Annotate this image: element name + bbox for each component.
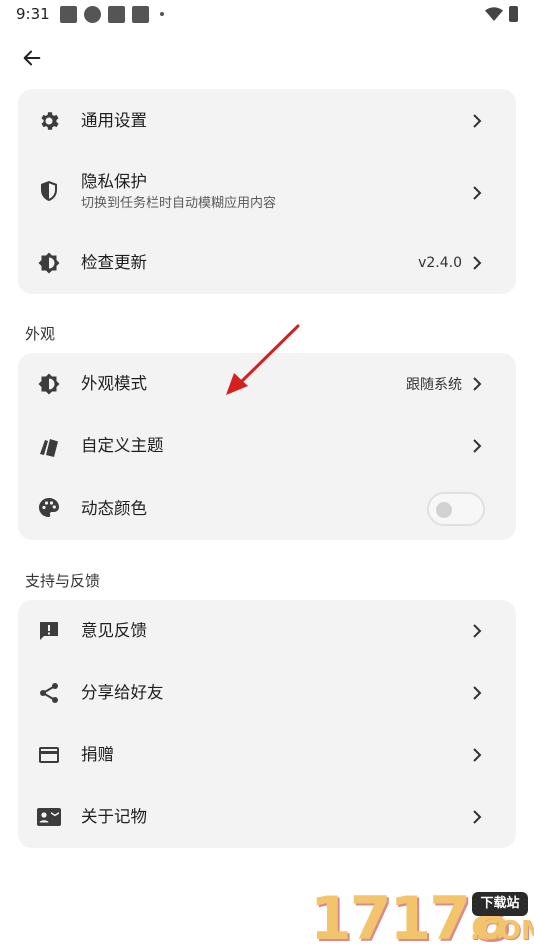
brightness-icon [38, 252, 60, 274]
chevron-right-icon [473, 810, 482, 824]
watermark-suffix: .COM [470, 916, 534, 946]
contact-mail-icon [37, 808, 61, 826]
appearance-mode-value: 跟随系统 [406, 377, 462, 393]
row-subtitle: 切换到任务栏时自动模糊应用内容 [81, 196, 277, 211]
appearance-card: 外观模式 跟随系统 自定义主题 动态颜色 [18, 353, 516, 540]
chevron-right-icon [473, 186, 482, 200]
status-time: 9:31 [16, 5, 50, 23]
feedback-item[interactable]: 意见反馈 [18, 600, 516, 662]
back-button[interactable] [14, 40, 50, 76]
credit-card-icon [39, 747, 59, 763]
wifi-icon [485, 7, 503, 21]
row-title: 外观模式 [81, 374, 147, 393]
chevron-right-icon [473, 748, 482, 762]
brightness-icon [38, 373, 60, 395]
feedback-icon [40, 622, 58, 640]
donate-item[interactable]: 捐赠 [18, 724, 516, 786]
about-item[interactable]: 关于记物 [18, 786, 516, 848]
section-label-appearance: 外观 [25, 325, 56, 343]
chevron-right-icon [473, 114, 482, 128]
gear-icon [41, 112, 59, 130]
general-settings-card: 通用设置 隐私保护 切换到任务栏时自动模糊应用内容 检查更新 v2.4.0 [18, 89, 516, 294]
chevron-right-icon [473, 377, 482, 391]
custom-theme-item[interactable]: 自定义主题 [18, 415, 516, 477]
watermark-logo: 17178 下载站 .COM [310, 886, 534, 950]
notification-icon [59, 5, 77, 23]
notification-icon [107, 5, 125, 23]
version-value: v2.4.0 [418, 255, 462, 271]
row-title: 检查更新 [81, 253, 147, 272]
row-title: 意见反馈 [81, 621, 147, 640]
row-title: 通用设置 [81, 111, 147, 130]
palette-icon [39, 498, 59, 517]
dynamic-color-item[interactable]: 动态颜色 [18, 477, 516, 540]
toggle-knob [436, 502, 452, 518]
privacy-protection-item[interactable]: 隐私保护 切换到任务栏时自动模糊应用内容 [18, 161, 516, 225]
arrow-left-icon [23, 50, 41, 66]
support-card: 意见反馈 分享给好友 捐赠 关于记物 [18, 600, 516, 848]
row-title: 动态颜色 [81, 498, 147, 518]
status-bar: 9:31 [0, 0, 534, 28]
check-update-item[interactable]: 检查更新 v2.4.0 [18, 232, 516, 294]
more-notifications-dot [159, 12, 164, 16]
theme-cards-icon [40, 439, 58, 457]
appearance-mode-item[interactable]: 外观模式 跟随系统 [18, 353, 516, 415]
chevron-right-icon [473, 624, 482, 638]
battery-icon [509, 6, 518, 22]
row-title: 自定义主题 [81, 436, 164, 455]
row-title: 分享给好友 [81, 683, 164, 702]
chevron-right-icon [473, 256, 482, 270]
notification-icon [131, 5, 149, 23]
shield-icon [41, 181, 57, 201]
row-title: 隐私保护 [81, 172, 147, 191]
row-title: 关于记物 [81, 807, 147, 826]
share-icon [40, 683, 58, 703]
general-settings-item[interactable]: 通用设置 [18, 89, 516, 153]
sync-notification-icon [83, 5, 101, 23]
share-item[interactable]: 分享给好友 [18, 662, 516, 724]
row-title: 捐赠 [81, 745, 114, 764]
chevron-right-icon [473, 439, 482, 453]
chevron-right-icon [473, 686, 482, 700]
section-label-support: 支持与反馈 [25, 572, 101, 590]
watermark-badge: 下载站 [472, 892, 528, 916]
dynamic-color-toggle[interactable] [427, 492, 485, 526]
